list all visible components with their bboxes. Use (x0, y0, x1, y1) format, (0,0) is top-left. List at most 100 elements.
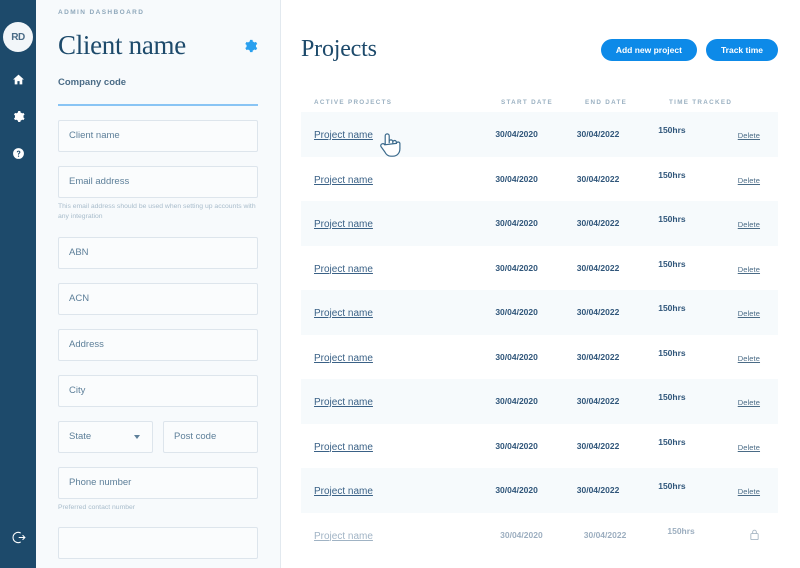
acn-field[interactable]: ACN (58, 282, 258, 315)
city-field-wrap: City (58, 374, 258, 407)
project-name-link[interactable]: Project name (314, 308, 373, 319)
table-header-row: ACTIVE PROJECTS START DATE END DATE TIME… (301, 92, 778, 112)
column-header-time-tracked: TIME TRACKED (669, 98, 733, 106)
cell-action: Delete (738, 170, 778, 188)
table-row[interactable]: Project name 30/04/2020 30/04/2022 150hrs De… (301, 157, 778, 202)
cell-project-name: Project name (301, 259, 495, 277)
table-row[interactable]: Project name 30/04/2020 30/04/2022 150hrs De… (301, 379, 778, 424)
cell-end-date: 30/04/2022 (576, 396, 620, 407)
projects-title: Projects (301, 36, 377, 62)
email-address-field[interactable]: Email address (58, 165, 258, 198)
city-field[interactable]: City (58, 374, 258, 407)
cell-end-date: 30/04/2022 (576, 307, 620, 318)
project-name-link[interactable]: Project name (314, 397, 373, 408)
cell-project-name: Project name (301, 303, 495, 321)
client-name-field-wrap: Client name (58, 119, 258, 152)
project-name-link[interactable]: Project name (314, 219, 373, 230)
client-title-row: Client name (58, 30, 258, 61)
city-field-placeholder: City (69, 385, 86, 397)
state-postcode-row: State Post code (58, 420, 258, 453)
gear-icon (12, 110, 25, 123)
table-row[interactable]: Project name 30/04/2020 30/04/2022 150hrs (301, 513, 778, 558)
delete-link[interactable]: Delete (738, 354, 760, 363)
rail-item-logout[interactable] (8, 530, 28, 550)
address-field-wrap: Address (58, 328, 258, 361)
next-field[interactable] (58, 527, 258, 560)
address-field[interactable]: Address (58, 328, 258, 361)
delete-link[interactable]: Delete (738, 265, 760, 274)
project-name-link[interactable]: Project name (314, 531, 373, 542)
cell-end-date: 30/04/2022 (576, 218, 620, 229)
cell-action: Delete (738, 259, 778, 277)
delete-link[interactable]: Delete (738, 309, 760, 318)
project-name-link[interactable]: Project name (314, 442, 373, 453)
cell-time-tracked: 150hrs (658, 392, 686, 403)
chevron-down-icon (134, 434, 140, 439)
cell-time-tracked: 150hrs (658, 125, 686, 136)
left-icon-rail: RD (0, 0, 36, 568)
cell-start-date: 30/04/2020 (495, 485, 538, 496)
table-row[interactable]: Project name 30/04/2020 30/04/2022 150hrs De… (301, 424, 778, 469)
table-row[interactable]: Project name 30/04/2020 30/04/2022 150hrs De… (301, 290, 778, 335)
delete-link[interactable]: Delete (738, 131, 760, 140)
projects-table: ACTIVE PROJECTS START DATE END DATE TIME… (301, 92, 778, 557)
cell-start-date: 30/04/2020 (495, 307, 538, 318)
project-name-link[interactable]: Project name (314, 175, 373, 186)
cell-end-date: 30/04/2022 (576, 262, 620, 273)
abn-field[interactable]: ABN (58, 236, 258, 269)
track-time-button[interactable]: Track time (705, 38, 778, 61)
cell-start-date: 30/04/2020 (495, 262, 538, 273)
home-icon (12, 73, 25, 86)
delete-link[interactable]: Delete (738, 220, 760, 229)
cell-project-name: Project name (301, 348, 495, 366)
state-select[interactable]: State (58, 420, 153, 453)
cell-action: Delete (738, 481, 778, 499)
project-name-link[interactable]: Project name (314, 353, 373, 364)
rail-item-settings[interactable] (8, 106, 28, 126)
cell-time-tracked: 150hrs (658, 347, 686, 358)
gear-icon (242, 39, 258, 58)
next-field-wrap (58, 527, 258, 560)
phone-number-hint: Preferred contact number (58, 503, 136, 511)
post-code-field[interactable]: Post code (163, 420, 258, 453)
project-name-link[interactable]: Project name (314, 486, 373, 497)
company-code-label: Company code (58, 77, 127, 88)
app-logo-text: RD (11, 31, 25, 43)
delete-link[interactable]: Delete (738, 398, 760, 407)
cell-time-tracked: 150hrs (658, 303, 686, 314)
rail-item-home[interactable] (8, 69, 28, 89)
company-code-input[interactable] (58, 104, 258, 106)
rail-item-help[interactable] (8, 143, 28, 163)
page-title: Client name (58, 30, 186, 60)
admin-dashboard-eyebrow: ADMIN DASHBOARD (58, 9, 145, 16)
project-name-link[interactable]: Project name (314, 130, 373, 141)
phone-number-field-placeholder: Phone number (69, 477, 132, 489)
table-row[interactable]: Project name 30/04/2020 30/04/2022 150hrs De… (301, 335, 778, 380)
cell-start-date: 30/04/2020 (495, 396, 538, 407)
table-row[interactable]: Project name 30/04/2020 30/04/2022 150hrs De… (301, 112, 778, 157)
state-select-placeholder: State (69, 431, 92, 443)
acn-field-placeholder: ACN (69, 293, 90, 305)
projects-header-actions: Add new project Track time (600, 38, 778, 61)
cell-start-date: 30/04/2020 (495, 129, 538, 140)
project-name-link[interactable]: Project name (314, 264, 373, 275)
delete-link[interactable]: Delete (738, 443, 760, 452)
column-header-active-projects: ACTIVE PROJECTS (314, 98, 393, 106)
table-row[interactable]: Project name 30/04/2020 30/04/2022 150hrs De… (301, 468, 778, 513)
delete-link[interactable]: Delete (738, 176, 760, 185)
cell-end-date: 30/04/2022 (576, 129, 620, 140)
acn-field-wrap: ACN (58, 282, 258, 315)
table-row[interactable]: Project name 30/04/2020 30/04/2022 150hrs De… (301, 246, 778, 291)
client-settings-button[interactable] (242, 38, 258, 54)
add-new-project-button[interactable]: Add new project (600, 38, 697, 61)
phone-number-field[interactable]: Phone number (58, 466, 258, 499)
cell-end-date: 30/04/2022 (576, 173, 620, 184)
cell-end-date: 30/04/2022 (583, 529, 627, 540)
logout-icon (11, 530, 26, 550)
lock-icon (749, 528, 760, 541)
table-row[interactable]: Project name 30/04/2020 30/04/2022 150hrs De… (301, 201, 778, 246)
client-name-field[interactable]: Client name (58, 119, 258, 152)
delete-link[interactable]: Delete (738, 487, 760, 496)
app-logo[interactable]: RD (3, 22, 33, 52)
cell-project-name: Project name (301, 125, 495, 143)
